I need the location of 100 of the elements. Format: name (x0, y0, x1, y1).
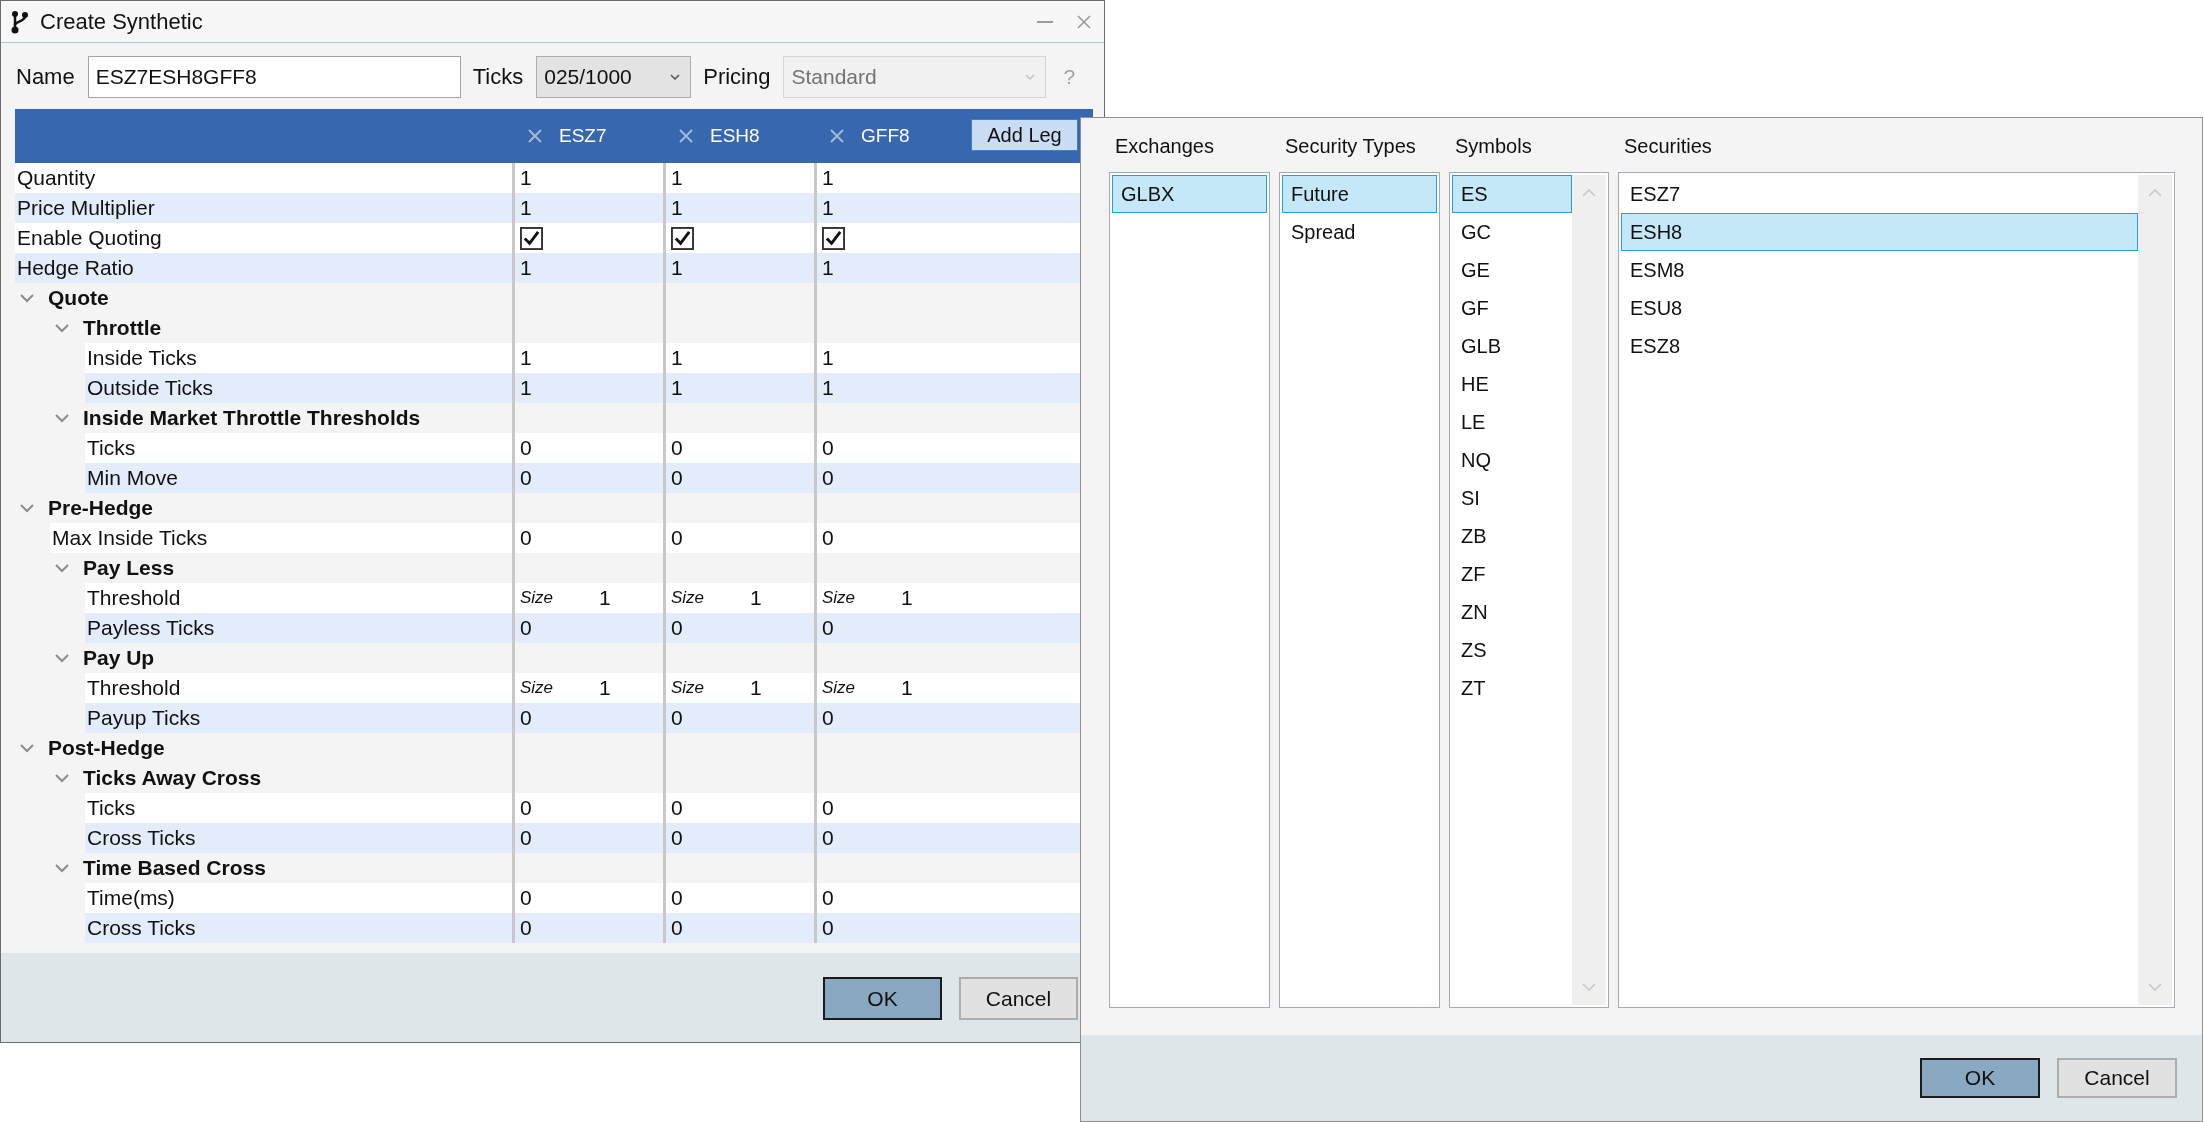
value-cell: 0 (512, 703, 663, 733)
list-item[interactable]: ESM8 (1621, 251, 2138, 289)
property-label: Price Multiplier (16, 195, 155, 221)
value-cell: 1 (663, 373, 814, 403)
value-cell: 0 (663, 463, 814, 493)
value-cell: 0 (663, 703, 814, 733)
size-label: Size (822, 677, 856, 699)
list-item[interactable]: ESU8 (1621, 289, 2138, 327)
value-cell: 0 (814, 463, 965, 493)
property-label: Time(ms) (86, 885, 175, 911)
property-label: Cross Ticks (86, 825, 196, 851)
checkbox[interactable] (520, 226, 543, 250)
property-label: Cross Ticks (86, 915, 196, 941)
dropdown[interactable]: 025/1000 (536, 56, 692, 98)
property-label: Quantity (16, 165, 96, 191)
value-cell: 0 (512, 823, 663, 853)
size-value: 1 (901, 675, 913, 701)
chevron-down-icon[interactable] (20, 741, 34, 755)
size-value: 1 (750, 585, 762, 611)
group-label: Quote (48, 285, 109, 311)
list-item[interactable]: Future (1282, 175, 1437, 213)
column-header: GFF8 (861, 125, 910, 147)
close-icon[interactable] (528, 129, 542, 143)
list-item[interactable]: HE (1452, 365, 1572, 403)
value-cell: 1 (814, 253, 965, 283)
list-heading: Exchanges (1114, 134, 1214, 158)
property-label: Payless Ticks (86, 615, 215, 641)
list-item[interactable]: ES (1452, 175, 1572, 213)
list-item[interactable]: ESZ8 (1621, 327, 2138, 365)
list-item[interactable]: GF (1452, 289, 1572, 327)
close-icon[interactable] (679, 129, 693, 143)
size-label: Size (671, 587, 705, 609)
list-heading: Security Types (1284, 134, 1416, 158)
list-item[interactable]: GLBX (1112, 175, 1267, 213)
value-cell: 0 (814, 823, 965, 853)
size-label: Size (671, 677, 705, 699)
chevron-down-icon[interactable] (55, 651, 69, 665)
property-label: Threshold (86, 585, 181, 611)
size-value: 1 (901, 585, 913, 611)
close-icon[interactable] (830, 129, 844, 143)
caret-icon (670, 74, 681, 80)
value-cell: 0 (512, 463, 663, 493)
list-item[interactable]: ESH8 (1621, 213, 2138, 251)
cancel-button[interactable]: Cancel (959, 977, 1078, 1020)
branch-icon (11, 9, 29, 34)
list-heading: Symbols (1454, 134, 1532, 158)
group-label: Throttle (83, 315, 162, 341)
list-item[interactable]: GE (1452, 251, 1572, 289)
column-header: ESZ7 (559, 125, 607, 147)
list-item[interactable]: ZF (1452, 555, 1572, 593)
chevron-down-icon[interactable] (55, 561, 69, 575)
group-label: Inside Market Throttle Thresholds (83, 405, 421, 431)
checkbox[interactable] (671, 226, 694, 250)
list-item[interactable]: ESZ7 (1621, 175, 2138, 213)
value-cell: 0 (814, 913, 965, 943)
caret-icon (1025, 74, 1036, 80)
value-cell: 0 (512, 913, 663, 943)
checkbox[interactable] (822, 226, 845, 250)
chevron-down-icon[interactable] (20, 291, 34, 305)
value-cell: 1 (814, 373, 965, 403)
group-label: Pay Up (83, 645, 155, 671)
group-label: Time Based Cross (83, 855, 266, 881)
value-cell: 1 (512, 373, 663, 403)
property-label: Threshold (86, 675, 181, 701)
chevron-down-icon[interactable] (55, 861, 69, 875)
chevron-down-icon[interactable] (55, 321, 69, 335)
list-item[interactable]: ZB (1452, 517, 1572, 555)
value-cell: 1 (512, 253, 663, 283)
chevron-down-icon[interactable] (55, 771, 69, 785)
list-item[interactable]: GC (1452, 213, 1572, 251)
list-item[interactable]: ZN (1452, 593, 1572, 631)
list-heading: Securities (1623, 134, 1712, 158)
field-label: Name (16, 64, 75, 90)
list-item[interactable]: ZT (1452, 669, 1572, 707)
list-item[interactable]: LE (1452, 403, 1572, 441)
chevron-down-icon[interactable] (20, 501, 34, 515)
window-title: Create Synthetic (40, 8, 203, 35)
close-icon[interactable] (1077, 14, 1091, 29)
list-item[interactable]: GLB (1452, 327, 1572, 365)
list-item[interactable]: Spread (1282, 213, 1437, 251)
list-item[interactable]: ZS (1452, 631, 1572, 669)
ok-button[interactable]: OK (1920, 1058, 2040, 1098)
size-label: Size (520, 677, 554, 699)
value-cell: 0 (512, 523, 663, 553)
text-field[interactable]: ESZ7ESH8GFF8 (87, 56, 461, 98)
cancel-button[interactable]: Cancel (2057, 1058, 2177, 1098)
column-header: ESH8 (710, 125, 760, 147)
group-label: Post-Hedge (48, 735, 165, 761)
value-cell: 0 (663, 613, 814, 643)
minimize-icon[interactable] (1037, 20, 1053, 23)
value-cell: 0 (512, 613, 663, 643)
add-leg-button[interactable]: Add Leg (971, 119, 1078, 151)
chevron-down-icon[interactable] (55, 411, 69, 425)
list-item[interactable]: SI (1452, 479, 1572, 517)
property-label: Min Move (86, 465, 179, 491)
property-label: Inside Ticks (86, 345, 197, 371)
value-cell: 0 (663, 913, 814, 943)
list-item[interactable]: NQ (1452, 441, 1572, 479)
property-label: Payup Ticks (86, 705, 201, 731)
ok-button[interactable]: OK (823, 977, 942, 1020)
